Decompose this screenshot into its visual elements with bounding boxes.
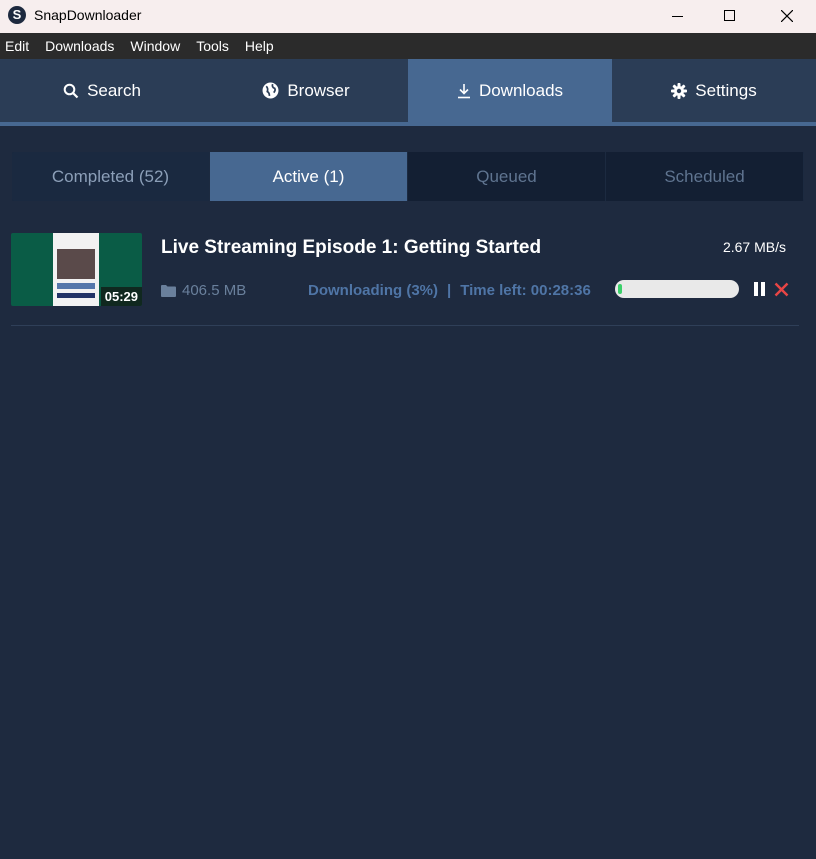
tab-downloads[interactable]: Downloads [408, 59, 612, 122]
gear-icon [671, 82, 688, 99]
pause-button[interactable] [753, 282, 767, 296]
video-thumbnail: 05:29 [11, 233, 142, 306]
subtab-active[interactable]: Active (1) [210, 152, 408, 201]
app-logo-icon: S [8, 6, 26, 24]
download-status: Downloading (3%) | Time left: 00:28:36 [308, 282, 591, 299]
close-icon [774, 282, 789, 297]
downloads-subtab-bar: Completed (52) Active (1) Queued Schedul… [12, 152, 804, 201]
tab-browser[interactable]: Browser [204, 59, 408, 122]
subtab-completed[interactable]: Completed (52) [12, 152, 210, 201]
minimize-button[interactable] [648, 0, 706, 33]
time-left: Time left: 00:28:36 [460, 282, 591, 299]
close-icon [781, 10, 793, 22]
folder-icon [161, 284, 176, 297]
download-title: Live Streaming Episode 1: Getting Starte… [161, 237, 542, 258]
progress-bar [615, 280, 739, 298]
menu-window[interactable]: Window [130, 38, 188, 54]
window-title: SnapDownloader [34, 7, 142, 23]
cancel-button[interactable] [774, 282, 789, 302]
download-icon [457, 83, 470, 98]
file-size: 406.5 MB [161, 282, 246, 299]
status-separator: | [447, 282, 452, 299]
progress-fill [618, 284, 622, 294]
tab-browser-label: Browser [287, 80, 350, 100]
menu-help[interactable]: Help [245, 38, 282, 54]
subtab-queued[interactable]: Queued [408, 152, 606, 201]
file-size-value: 406.5 MB [182, 282, 247, 299]
download-item[interactable]: 05:29 Live Streaming Episode 1: Getting … [11, 233, 799, 327]
menu-downloads[interactable]: Downloads [45, 38, 122, 54]
menu-edit[interactable]: Edit [5, 38, 37, 54]
item-divider [11, 325, 799, 326]
menu-tools[interactable]: Tools [196, 38, 237, 54]
main-tab-bar: Search Browser Downloads Settings [0, 59, 816, 122]
tab-downloads-label: Downloads [478, 80, 564, 100]
menu-bar: Edit Downloads Window Tools Help [0, 33, 816, 59]
globe-icon [262, 82, 279, 99]
pause-icon [754, 282, 758, 296]
video-duration: 05:29 [100, 287, 142, 306]
tab-settings[interactable]: Settings [612, 59, 816, 122]
tab-settings-label: Settings [695, 80, 757, 100]
subtab-scheduled[interactable]: Scheduled [606, 152, 804, 201]
tab-underline [0, 122, 816, 126]
tab-search-label: Search [87, 80, 141, 100]
download-speed: 2.67 MB/s [722, 239, 786, 255]
status-text: Downloading (3%) [308, 282, 438, 299]
maximize-button[interactable] [700, 0, 758, 33]
search-icon [63, 83, 79, 98]
close-button[interactable] [758, 0, 816, 33]
title-bar: S SnapDownloader [0, 0, 816, 33]
tab-search[interactable]: Search [0, 59, 204, 122]
